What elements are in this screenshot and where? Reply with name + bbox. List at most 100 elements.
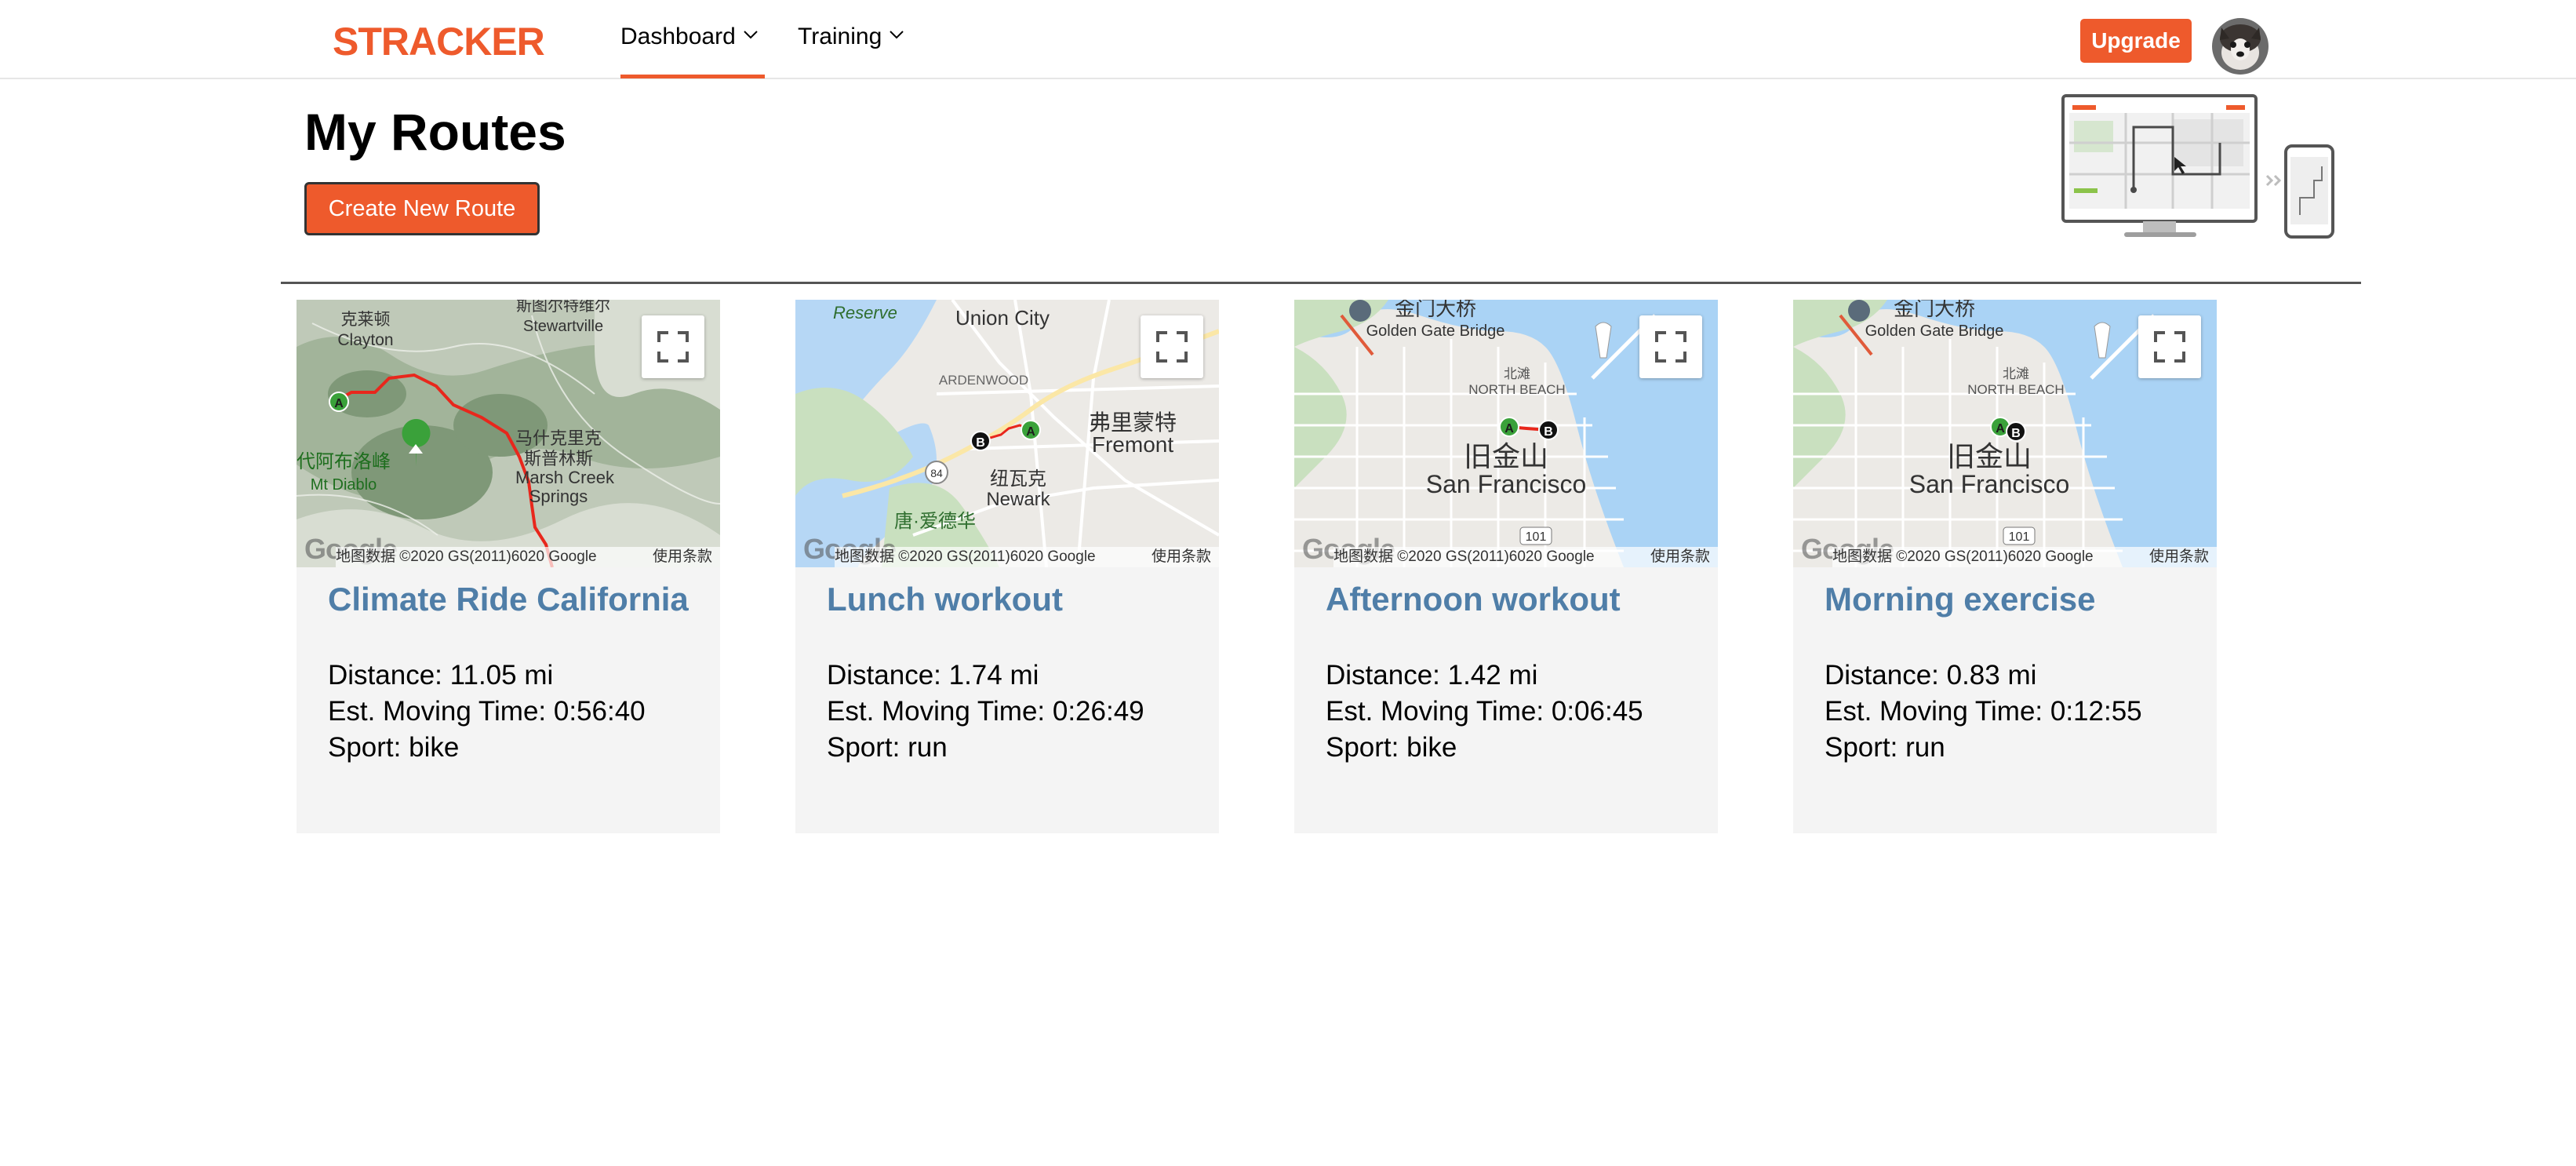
route-map[interactable]: A 克莱顿 Clayton 斯图尔特维尔 Stewartville 代阿布洛峰 …	[297, 300, 720, 567]
nav-training-label: Training	[798, 24, 882, 49]
svg-text:Golden Gate Bridge: Golden Gate Bridge	[1865, 322, 2004, 340]
route-card[interactable]: A B 金门大桥 Golden Gate Bridge 北滩 NORTH BEA…	[1793, 300, 2217, 833]
route-distance: Distance: 11.05 mi	[328, 660, 554, 690]
svg-text:金门大桥: 金门大桥	[1894, 300, 1975, 320]
svg-text:A: A	[1026, 425, 1035, 439]
map-attribution-text: 地图数据 ©2020 GS(2011)6020 Google	[1832, 548, 2094, 565]
route-builder-illustration	[2061, 94, 2334, 239]
svg-text:San Francisco: San Francisco	[1909, 470, 2070, 498]
nav-training[interactable]: Training	[798, 24, 905, 78]
map-fullscreen-button[interactable]	[2138, 315, 2201, 378]
svg-text:101: 101	[1526, 530, 1547, 544]
stracker-logo[interactable]: STRACKER	[333, 19, 545, 64]
route-distance: Distance: 1.42 mi	[1326, 660, 1538, 690]
svg-text:ARDENWOOD: ARDENWOOD	[939, 373, 1028, 388]
route-moving-time: Est. Moving Time: 0:06:45	[1326, 696, 1643, 727]
route-distance: Distance: 0.83 mi	[1825, 660, 2037, 690]
route-distance: Distance: 1.74 mi	[827, 660, 1039, 690]
map-fullscreen-button[interactable]	[1639, 315, 1702, 378]
map-terms-link[interactable]: 使用条款	[2149, 547, 2209, 567]
svg-text:A: A	[1504, 422, 1514, 435]
svg-text:北滩: 北滩	[2003, 366, 2029, 381]
fullscreen-icon	[2154, 331, 2185, 363]
nav-dashboard-label: Dashboard	[620, 24, 736, 49]
svg-text:斯图尔特维尔: 斯图尔特维尔	[516, 300, 610, 315]
map-attribution-text: 地图数据 ©2020 GS(2011)6020 Google	[336, 548, 597, 565]
fullscreen-icon	[657, 331, 689, 363]
route-stats: Distance: 1.74 mi Est. Moving Time: 0:26…	[827, 658, 1144, 766]
svg-text:代阿布洛峰: 代阿布洛峰	[297, 451, 391, 472]
map-attribution: 地图数据 ©2020 GS(2011)6020 Google 使用条款	[1333, 547, 1718, 567]
svg-text:Clayton: Clayton	[337, 331, 393, 349]
svg-text:唐·爱德华: 唐·爱德华	[894, 511, 976, 532]
route-title[interactable]: Afternoon workout	[1326, 581, 1621, 618]
svg-text:A: A	[1996, 422, 2005, 435]
svg-text:Union City: Union City	[955, 306, 1050, 330]
map-attribution: 地图数据 ©2020 GS(2011)6020 Google 使用条款	[1832, 547, 2217, 567]
route-title[interactable]: Morning exercise	[1825, 581, 2095, 618]
map-terms-link[interactable]: 使用条款	[1650, 547, 1710, 567]
fullscreen-icon	[1655, 331, 1686, 363]
route-stats: Distance: 1.42 mi Est. Moving Time: 0:06…	[1326, 658, 1643, 766]
map-fullscreen-button[interactable]	[1141, 315, 1203, 378]
map-attribution: 地图数据 ©2020 GS(2011)6020 Google 使用条款	[835, 547, 1219, 567]
avatar-image	[2212, 18, 2269, 75]
avatar[interactable]	[2212, 18, 2269, 75]
route-sport: Sport: bike	[328, 732, 460, 763]
route-map[interactable]: A B 金门大桥 Golden Gate Bridge 北滩 NORTH BEA…	[1793, 300, 2217, 567]
route-title[interactable]: Climate Ride California	[328, 581, 689, 618]
svg-text:Golden Gate Bridge: Golden Gate Bridge	[1366, 322, 1505, 340]
route-card[interactable]: B A Reserve Union City ARDENWOOD 弗里蒙特 Fr…	[795, 300, 1219, 833]
svg-text:Stewartville: Stewartville	[523, 318, 603, 335]
svg-text:Newark: Newark	[986, 489, 1050, 510]
route-title[interactable]: Lunch workout	[827, 581, 1063, 618]
route-card[interactable]: A B 金门大桥 Golden Gate Bridge 北滩 NORTH BEA…	[1294, 300, 1718, 833]
route-moving-time: Est. Moving Time: 0:26:49	[827, 696, 1144, 727]
svg-text:斯普林斯: 斯普林斯	[524, 449, 593, 468]
svg-text:Fremont: Fremont	[1092, 432, 1173, 457]
map-terms-link[interactable]: 使用条款	[1152, 547, 1211, 567]
svg-text:San Francisco: San Francisco	[1426, 470, 1587, 498]
svg-text:A: A	[334, 397, 344, 410]
route-moving-time: Est. Moving Time: 0:12:55	[1825, 696, 2142, 727]
nav-dashboard[interactable]: Dashboard	[620, 24, 765, 78]
svg-text:84: 84	[930, 467, 943, 479]
map-fullscreen-button[interactable]	[642, 315, 704, 378]
svg-text:Marsh Creek: Marsh Creek	[515, 468, 615, 487]
route-map[interactable]: A B 金门大桥 Golden Gate Bridge 北滩 NORTH BEA…	[1294, 300, 1718, 567]
svg-text:弗里蒙特: 弗里蒙特	[1089, 410, 1177, 435]
svg-text:马什克里克: 马什克里克	[515, 428, 602, 448]
svg-text:克莱顿: 克莱顿	[341, 311, 391, 329]
svg-text:金门大桥: 金门大桥	[1395, 300, 1476, 320]
upgrade-button[interactable]: Upgrade	[2080, 19, 2192, 63]
route-stats: Distance: 0.83 mi Est. Moving Time: 0:12…	[1825, 658, 2142, 766]
svg-text:旧金山: 旧金山	[1464, 440, 1548, 472]
svg-text:Springs: Springs	[529, 486, 588, 506]
svg-text:101: 101	[2009, 530, 2030, 544]
svg-text:NORTH BEACH: NORTH BEACH	[1967, 382, 2064, 397]
route-card[interactable]: A 克莱顿 Clayton 斯图尔特维尔 Stewartville 代阿布洛峰 …	[297, 300, 720, 833]
map-attribution: 地图数据 ©2020 GS(2011)6020 Google 使用条款	[336, 547, 720, 567]
route-sport: Sport: bike	[1326, 732, 1457, 763]
create-new-route-button[interactable]: Create New Route	[304, 182, 540, 235]
map-attribution-text: 地图数据 ©2020 GS(2011)6020 Google	[1333, 548, 1595, 565]
page-title: My Routes	[304, 103, 566, 161]
svg-text:纽瓦克: 纽瓦克	[990, 468, 1046, 490]
svg-text:NORTH BEACH: NORTH BEACH	[1468, 382, 1565, 397]
route-sport: Sport: run	[827, 732, 948, 763]
svg-text:旧金山: 旧金山	[1947, 440, 2032, 472]
top-navbar: STRACKER Dashboard Training Upgrade	[0, 0, 2576, 79]
chevron-down-icon	[744, 31, 758, 39]
svg-text:Reserve: Reserve	[833, 303, 897, 322]
svg-text:B: B	[976, 436, 985, 450]
svg-text:北滩: 北滩	[1504, 366, 1530, 381]
svg-text:B: B	[2011, 427, 2021, 440]
fullscreen-icon	[1156, 331, 1188, 363]
svg-text:B: B	[1544, 425, 1553, 439]
map-terms-link[interactable]: 使用条款	[653, 547, 712, 567]
section-divider	[281, 282, 2361, 284]
route-sport: Sport: run	[1825, 732, 1945, 763]
map-attribution-text: 地图数据 ©2020 GS(2011)6020 Google	[835, 548, 1096, 565]
route-moving-time: Est. Moving Time: 0:56:40	[328, 696, 646, 727]
route-map[interactable]: B A Reserve Union City ARDENWOOD 弗里蒙特 Fr…	[795, 300, 1219, 567]
